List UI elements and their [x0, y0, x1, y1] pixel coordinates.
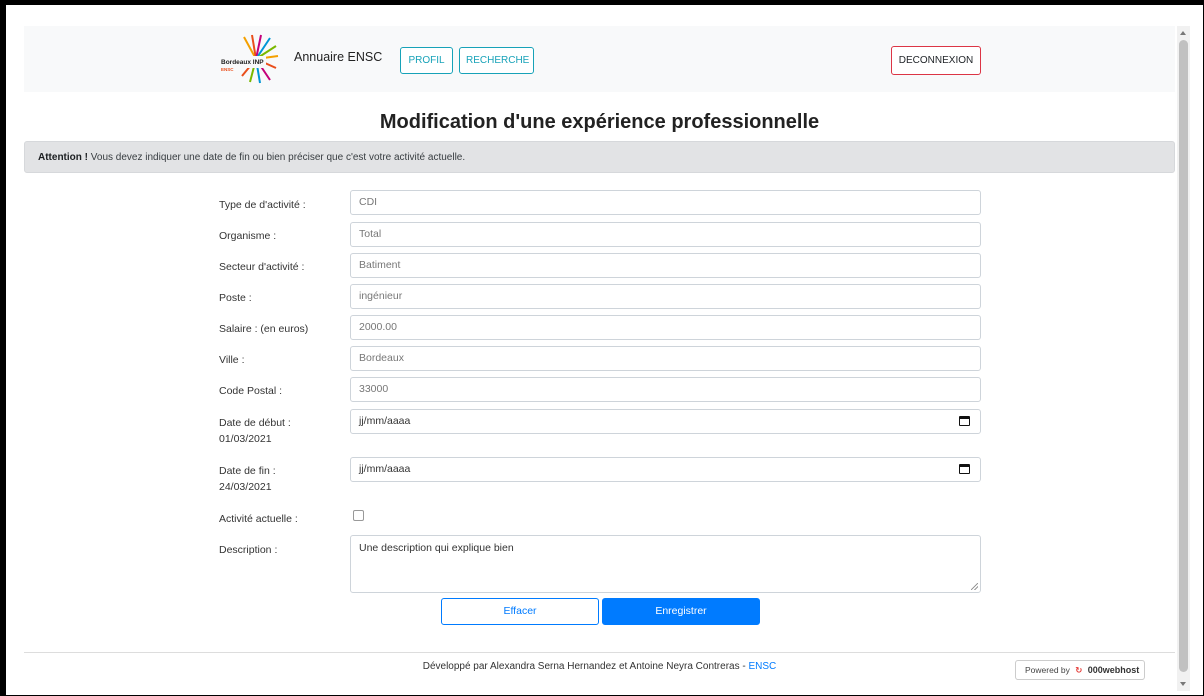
- profil-button[interactable]: PROFIL: [400, 47, 453, 74]
- date-fin-input[interactable]: jj/mm/aaaa: [350, 457, 981, 482]
- webhost-logo-icon: ↻: [1075, 665, 1083, 675]
- brand-name[interactable]: Annuaire ENSC: [294, 50, 382, 64]
- description-text: Une description qui explique bien: [359, 542, 514, 554]
- description-textarea[interactable]: Une description qui explique bien: [350, 535, 981, 593]
- scroll-thumb[interactable]: [1179, 40, 1188, 672]
- calendar-icon[interactable]: [959, 416, 970, 426]
- navbar: Bordeaux INP ENSC Annuaire ENSC PROFIL R…: [24, 26, 1175, 92]
- scrollbar[interactable]: [1177, 26, 1190, 691]
- svg-text:ENSC: ENSC: [221, 67, 234, 72]
- date-debut-current: 01/03/2021: [219, 433, 272, 445]
- deconnexion-button[interactable]: DECONNEXION: [891, 46, 981, 75]
- scroll-up-icon[interactable]: [1180, 31, 1186, 35]
- type-label: Type de d'activité :: [219, 199, 306, 211]
- powered-by-badge[interactable]: Powered by ↻ 000webhost: [1015, 660, 1145, 680]
- organisme-input[interactable]: Total: [350, 222, 981, 247]
- warning-alert: Attention ! Vous devez indiquer une date…: [24, 141, 1175, 173]
- type-input[interactable]: CDI: [350, 190, 981, 215]
- footer-credits: Développé par Alexandra Serna Hernandez …: [422, 661, 749, 672]
- activite-actuelle-label: Activité actuelle :: [219, 513, 298, 525]
- ville-label: Ville :: [219, 354, 245, 366]
- alert-text: Vous devez indiquer une date de fin ou b…: [88, 152, 466, 163]
- date-debut-label: Date de début :: [219, 417, 291, 429]
- footer-ensc-link[interactable]: ENSC: [748, 661, 776, 672]
- ville-input[interactable]: Bordeaux: [350, 346, 981, 371]
- date-debut-placeholder: jj/mm/aaaa: [359, 415, 411, 427]
- salaire-label: Salaire : (en euros): [219, 323, 309, 335]
- code-postal-label: Code Postal :: [219, 385, 283, 397]
- resize-handle-icon[interactable]: [971, 583, 978, 590]
- recherche-button[interactable]: RECHERCHE: [459, 47, 534, 74]
- salaire-input[interactable]: 2000.00: [350, 315, 981, 340]
- enregistrer-button[interactable]: Enregistrer: [602, 598, 760, 625]
- footer-divider: [24, 652, 1175, 653]
- date-fin-placeholder: jj/mm/aaaa: [359, 463, 411, 475]
- secteur-label: Secteur d'activité :: [219, 261, 305, 273]
- powered-by-text: Powered by: [1025, 665, 1070, 675]
- alert-strong: Attention !: [38, 152, 88, 163]
- secteur-input[interactable]: Batiment: [350, 253, 981, 278]
- scroll-down-icon[interactable]: [1180, 682, 1186, 686]
- poste-input[interactable]: ingénieur: [350, 284, 981, 309]
- poste-label: Poste :: [219, 292, 252, 304]
- date-fin-current: 24/03/2021: [219, 481, 272, 493]
- date-debut-input[interactable]: jj/mm/aaaa: [350, 409, 981, 434]
- calendar-icon[interactable]: [959, 464, 970, 474]
- webhost-brand: 000webhost: [1087, 665, 1140, 675]
- activite-actuelle-checkbox[interactable]: [353, 510, 364, 521]
- description-label: Description :: [219, 544, 278, 556]
- effacer-button[interactable]: Effacer: [441, 598, 599, 625]
- svg-text:Bordeaux INP: Bordeaux INP: [221, 59, 264, 66]
- code-postal-input[interactable]: 33000: [350, 377, 981, 402]
- organisme-label: Organisme :: [219, 230, 277, 242]
- footer: Développé par Alexandra Serna Hernandez …: [24, 661, 1175, 672]
- page-title: Modification d'une expérience profession…: [379, 111, 820, 133]
- date-fin-label: Date de fin :: [219, 465, 276, 477]
